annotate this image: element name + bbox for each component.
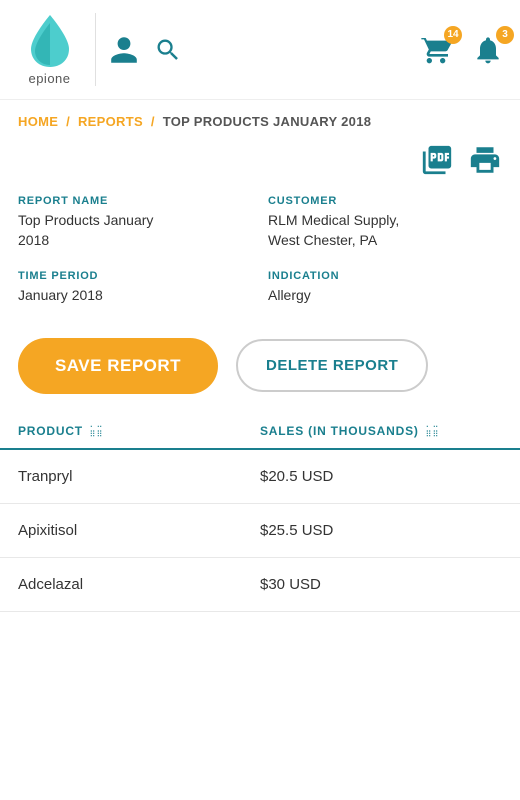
app-name: epione — [28, 71, 70, 86]
logo-icon — [27, 13, 73, 69]
bell-icon-button[interactable]: 3 — [472, 34, 504, 66]
logo-area: epione — [16, 13, 96, 86]
table-row: Apixitisol$25.5 USD — [0, 504, 520, 558]
indication-value: Allergy — [268, 286, 502, 306]
products-table: PRODUCT SALES (IN THOUSANDS) Tranpryl$20… — [0, 414, 520, 632]
col-product-header: PRODUCT — [18, 424, 260, 438]
table-header: PRODUCT SALES (IN THOUSANDS) — [0, 414, 520, 450]
breadcrumb-current: TOP PRODUCTS JANUARY 2018 — [163, 114, 372, 129]
cell-product: Tranpryl — [18, 468, 260, 485]
time-period-value: January 2018 — [18, 286, 252, 306]
cart-icon-button[interactable]: 14 — [420, 34, 452, 66]
cell-sales: $20.5 USD — [260, 468, 502, 485]
table-row: Adcelazal$30 USD — [0, 558, 520, 612]
header-nav-icons — [108, 34, 420, 66]
buttons-row: SAVE REPORT DELETE REPORT — [0, 322, 520, 414]
breadcrumb: HOME / REPORTS / TOP PRODUCTS JANUARY 20… — [0, 100, 520, 139]
breadcrumb-home[interactable]: HOME — [18, 114, 58, 129]
breadcrumb-reports[interactable]: REPORTS — [78, 114, 143, 129]
search-icon-button[interactable] — [154, 36, 182, 64]
header: epione 14 3 — [0, 0, 520, 100]
cell-sales: $25.5 USD — [260, 522, 502, 539]
pdf-icon-button[interactable] — [420, 143, 454, 177]
indication-label: INDICATION — [268, 270, 502, 282]
cell-sales: $30 USD — [260, 576, 502, 593]
delete-report-button[interactable]: DELETE REPORT — [236, 339, 428, 392]
col-sales-header: SALES (IN THOUSANDS) — [260, 424, 502, 438]
user-icon-button[interactable] — [108, 34, 140, 66]
breadcrumb-sep2: / — [151, 114, 155, 129]
report-name-value: Top Products January 2018 — [18, 211, 252, 250]
product-filter-icon[interactable] — [89, 424, 103, 438]
time-period-group: TIME PERIOD January 2018 — [18, 270, 252, 306]
report-name-label: REPORT NAME — [18, 195, 252, 207]
table-row: Tranpryl$20.5 USD — [0, 450, 520, 504]
indication-group: INDICATION Allergy — [268, 270, 502, 306]
sales-filter-icon[interactable] — [425, 424, 439, 438]
cell-product: Adcelazal — [18, 576, 260, 593]
breadcrumb-sep1: / — [66, 114, 70, 129]
print-icon-button[interactable] — [468, 143, 502, 177]
cart-badge: 14 — [444, 26, 462, 44]
bell-badge: 3 — [496, 26, 514, 44]
report-details: REPORT NAME Top Products January 2018 CU… — [0, 187, 520, 322]
customer-group: CUSTOMER RLM Medical Supply, West Cheste… — [268, 195, 502, 250]
header-right-icons: 14 3 — [420, 34, 504, 66]
report-name-group: REPORT NAME Top Products January 2018 — [18, 195, 252, 250]
customer-value: RLM Medical Supply, West Chester, PA — [268, 211, 502, 250]
cell-product: Apixitisol — [18, 522, 260, 539]
toolbar-row — [0, 139, 520, 187]
table-body: Tranpryl$20.5 USDApixitisol$25.5 USDAdce… — [0, 450, 520, 612]
save-report-button[interactable]: SAVE REPORT — [18, 338, 218, 394]
time-period-label: TIME PERIOD — [18, 270, 252, 282]
customer-label: CUSTOMER — [268, 195, 502, 207]
